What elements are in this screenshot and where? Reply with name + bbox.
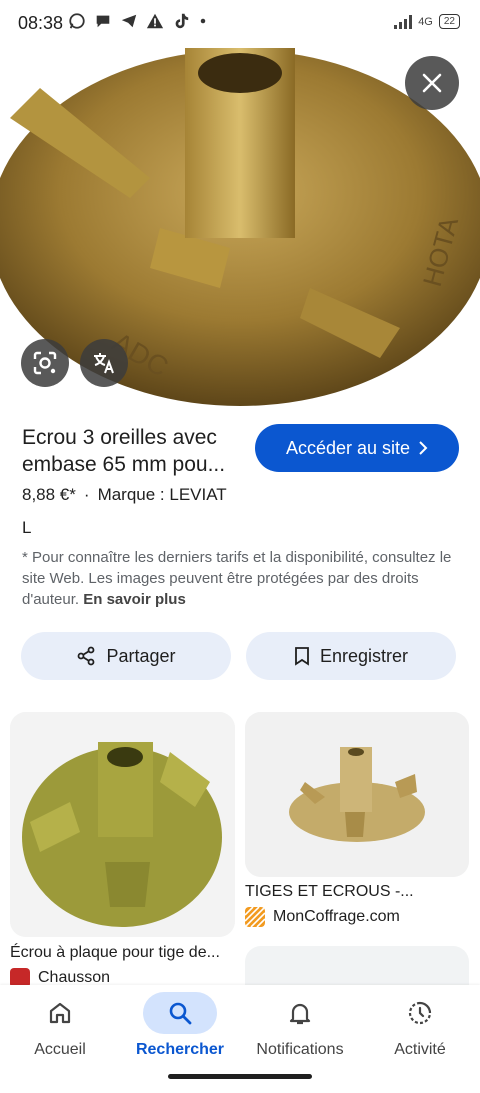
product-brand: Marque : LEVIAT bbox=[97, 485, 227, 504]
save-button[interactable]: Enregistrer bbox=[246, 632, 456, 680]
search-icon bbox=[169, 1002, 192, 1025]
save-label: Enregistrer bbox=[319, 645, 409, 666]
learn-more-link[interactable]: En savoir plus bbox=[83, 591, 186, 608]
share-label: Partager bbox=[106, 645, 176, 666]
product-price: 8,88 €* bbox=[22, 485, 76, 504]
history-icon bbox=[408, 1001, 432, 1025]
visit-site-button[interactable]: Accéder au site bbox=[255, 424, 459, 472]
nav-notifications-label: Notifications bbox=[256, 1041, 344, 1058]
nav-home-icon-wrap bbox=[23, 992, 97, 1034]
warning-icon bbox=[146, 13, 164, 29]
status-time: 08:38 bbox=[18, 13, 64, 33]
signal-icon bbox=[394, 14, 413, 29]
bookmark-icon bbox=[295, 647, 309, 666]
nav-home-label: Accueil bbox=[34, 1041, 86, 1058]
nav-search-label: Rechercher bbox=[135, 1041, 225, 1058]
related-caption-2[interactable]: TIGES ET ECROUS -... bbox=[245, 883, 414, 901]
translate-icon bbox=[94, 353, 114, 374]
chat-icon bbox=[96, 15, 110, 28]
related-source-name-2: MonCoffrage.com bbox=[273, 908, 400, 925]
nav-activity-label: Activité bbox=[394, 1041, 446, 1058]
gesture-bar[interactable] bbox=[168, 1074, 312, 1079]
network-type: 4G bbox=[418, 15, 433, 28]
related-image-1[interactable] bbox=[10, 712, 235, 937]
more-dot-icon bbox=[200, 18, 206, 24]
share-icon bbox=[78, 646, 95, 666]
nav-home[interactable]: Accueil bbox=[0, 985, 120, 1059]
lens-button[interactable] bbox=[21, 339, 69, 387]
status-bar: 08:38 4G 22 bbox=[0, 0, 480, 48]
bell-icon bbox=[289, 1003, 311, 1025]
nav-activity[interactable]: Activité bbox=[360, 985, 480, 1059]
nav-search[interactable]: Rechercher bbox=[120, 985, 240, 1059]
moncoffrage-favicon-icon bbox=[245, 907, 265, 927]
disclaimer: * Pour connaître les derniers tarifs et … bbox=[22, 547, 462, 610]
related-source-2[interactable]: MonCoffrage.com bbox=[245, 907, 400, 927]
nav-notifications[interactable]: Notifications bbox=[240, 985, 360, 1059]
related-caption-1[interactable]: Écrou à plaque pour tige de... bbox=[10, 944, 220, 962]
nav-notifications-icon-wrap bbox=[263, 992, 337, 1034]
translate-button[interactable] bbox=[80, 339, 128, 387]
share-button[interactable]: Partager bbox=[21, 632, 231, 680]
close-button[interactable] bbox=[405, 56, 459, 110]
nav-search-icon-wrap bbox=[143, 992, 217, 1034]
nav-activity-icon-wrap bbox=[383, 992, 457, 1034]
product-image[interactable]: ADC HOTA bbox=[0, 48, 480, 406]
product-title: Ecrou 3 oreilles avec embase 65 mm pou..… bbox=[22, 426, 226, 476]
visit-site-label: Accéder au site bbox=[285, 437, 411, 458]
chevron-right-icon bbox=[419, 441, 428, 455]
home-icon bbox=[49, 1002, 71, 1024]
price-row: 8,88 €* · Marque : LEVIAT bbox=[22, 485, 227, 504]
tiktok-icon bbox=[175, 13, 189, 29]
status-right: 4G 22 bbox=[394, 14, 460, 29]
product-extra: L bbox=[22, 518, 32, 537]
notification-icons bbox=[68, 12, 208, 30]
telegram-icon bbox=[121, 14, 137, 28]
battery-icon: 22 bbox=[438, 14, 460, 29]
close-icon bbox=[422, 73, 442, 93]
lens-icon bbox=[33, 351, 57, 375]
whatsapp-icon bbox=[69, 13, 85, 29]
related-image-2[interactable] bbox=[245, 712, 469, 877]
